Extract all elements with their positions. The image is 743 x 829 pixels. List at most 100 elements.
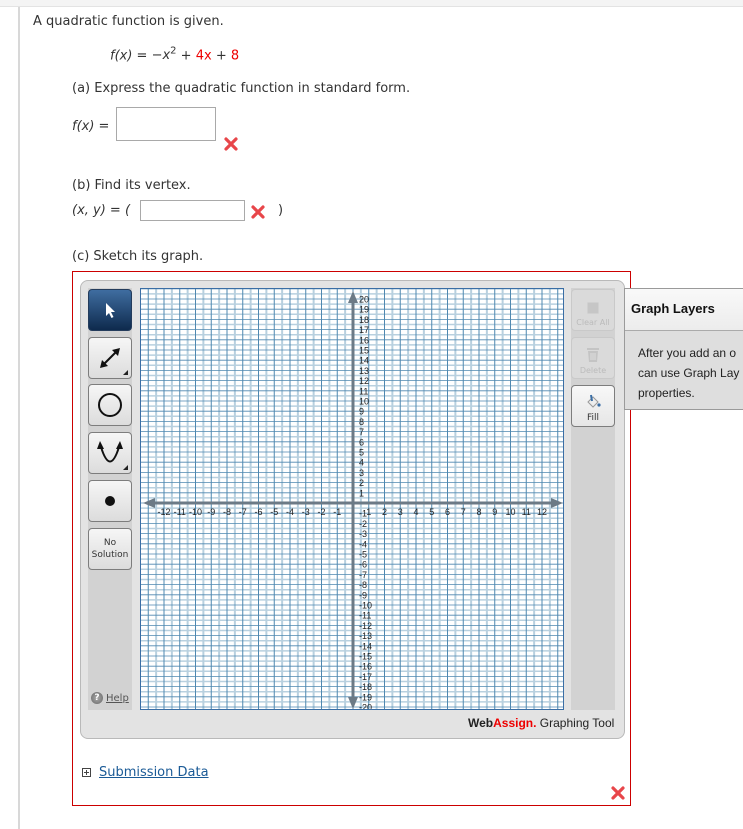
x-tick-label: -7 bbox=[239, 507, 247, 517]
y-tick-label: -18 bbox=[359, 682, 372, 692]
submenu-indicator bbox=[123, 465, 128, 470]
x-tick-label: 10 bbox=[505, 507, 515, 517]
y-tick-label: -4 bbox=[359, 539, 367, 549]
webassign-brand: WebAssign. Graphing Tool bbox=[468, 716, 615, 730]
x-tick-label: 2 bbox=[382, 507, 387, 517]
x-tick-label: 9 bbox=[492, 507, 497, 517]
function-expression: f(x) = −x2 + 4x + 8 bbox=[110, 46, 240, 64]
point-icon bbox=[105, 496, 115, 506]
y-tick-label: 9 bbox=[359, 407, 364, 417]
part-b-field-label: (x, y) = ( bbox=[72, 203, 131, 218]
incorrect-x-icon bbox=[611, 786, 625, 800]
y-tick-label: -12 bbox=[359, 621, 372, 631]
parabola-tool-button[interactable] bbox=[88, 432, 132, 474]
y-tick-label: 8 bbox=[359, 417, 364, 427]
y-tick-label: -3 bbox=[359, 529, 367, 539]
expand-plus-icon[interactable] bbox=[82, 768, 91, 777]
constant: 8 bbox=[230, 48, 240, 64]
y-tick-label: -6 bbox=[359, 560, 367, 570]
y-tick-label: 13 bbox=[359, 366, 369, 376]
y-tick-label: 5 bbox=[359, 448, 364, 458]
y-tick-label: -9 bbox=[359, 590, 367, 600]
x-tick-label: 7 bbox=[461, 507, 466, 517]
circle-icon bbox=[98, 393, 122, 417]
x-tick-label: -3 bbox=[302, 507, 310, 517]
x-tick-label: 12 bbox=[537, 507, 547, 517]
x-tick-label: -4 bbox=[286, 507, 294, 517]
submission-data-link[interactable]: Submission Data bbox=[99, 765, 209, 780]
x-axis-right-arrow bbox=[551, 498, 563, 508]
y-tick-label: -11 bbox=[359, 611, 371, 621]
x-tick-label: -6 bbox=[254, 507, 262, 517]
y-tick-label: -10 bbox=[359, 601, 372, 611]
y-tick-label: -19 bbox=[359, 692, 372, 702]
point-tool-button[interactable] bbox=[88, 480, 132, 522]
term1: −x2 bbox=[151, 46, 177, 64]
submenu-indicator bbox=[123, 370, 128, 375]
x-tick-label: 4 bbox=[413, 507, 418, 517]
y-tick-label: 2 bbox=[359, 478, 364, 488]
y-tick-label: -17 bbox=[359, 672, 372, 682]
help-icon: ? bbox=[91, 692, 103, 704]
standard-form-input[interactable] bbox=[116, 107, 216, 141]
x-tick-label: 3 bbox=[398, 507, 403, 517]
y-tick-label: -13 bbox=[359, 631, 372, 641]
part-a-field-label: f(x) = bbox=[72, 119, 110, 134]
clear-all-button[interactable]: Clear All bbox=[571, 289, 615, 331]
x-tick-label: -1 bbox=[333, 507, 341, 517]
y-tick-label: -1 bbox=[359, 509, 367, 519]
y-tick-label: 1 bbox=[359, 488, 364, 498]
x-tick-label: -11 bbox=[174, 507, 186, 517]
x-tick-label: 6 bbox=[445, 507, 450, 517]
graph-layers-title[interactable]: Graph Layers bbox=[625, 289, 743, 331]
part-b-label: (b) Find its vertex. bbox=[72, 178, 191, 193]
circle-tool-button[interactable] bbox=[88, 384, 132, 426]
y-tick-label: 14 bbox=[359, 356, 369, 366]
vertex-input[interactable] bbox=[140, 200, 245, 221]
trash-icon bbox=[587, 348, 599, 362]
help-link[interactable]: ? Help bbox=[91, 692, 129, 704]
graph-layers-panel: Graph Layers After you add an o can use … bbox=[624, 288, 743, 410]
question-prompt: A quadratic function is given. bbox=[33, 14, 224, 29]
x-tick-label: 8 bbox=[476, 507, 481, 517]
pointer-icon bbox=[106, 303, 115, 318]
top-bar bbox=[0, 0, 743, 7]
x-tick-label: 5 bbox=[429, 507, 434, 517]
x-axis-left-arrow bbox=[143, 498, 155, 508]
y-tick-label: -14 bbox=[359, 641, 372, 651]
vertex-close-paren: ) bbox=[278, 203, 284, 218]
x-tick-label: -10 bbox=[189, 507, 202, 517]
y-tick-label: 16 bbox=[359, 335, 369, 345]
incorrect-x-icon bbox=[251, 205, 265, 219]
delete-button[interactable]: Delete bbox=[571, 337, 615, 379]
incorrect-x-icon bbox=[224, 137, 238, 151]
x-tick-label: -5 bbox=[270, 507, 278, 517]
select-tool-button[interactable] bbox=[88, 289, 132, 331]
part-a-label: (a) Express the quadratic function in st… bbox=[72, 81, 411, 96]
parabola-icon bbox=[97, 441, 123, 463]
y-tick-label: -8 bbox=[359, 580, 367, 590]
x-tick-label: -2 bbox=[317, 507, 325, 517]
line-tool-button[interactable] bbox=[88, 337, 132, 379]
y-tick-label: 18 bbox=[359, 315, 369, 325]
coordinate-grid[interactable]: -12 -11 -10 -9 -8 -7 -6 -5 -4 -3 -2 -1 1 2 3 4 5 6 7 8 9 10 11… bbox=[141, 289, 564, 710]
y-tick-label: 15 bbox=[359, 346, 369, 356]
y-tick-label: -5 bbox=[359, 550, 367, 560]
x-tick-label: -9 bbox=[207, 507, 215, 517]
no-solution-button[interactable]: No Solution bbox=[88, 528, 132, 570]
y-tick-label: -20 bbox=[359, 703, 372, 711]
y-tick-label: -16 bbox=[359, 662, 372, 672]
paint-bucket-icon bbox=[587, 394, 601, 408]
submission-data-toggle[interactable]: Submission Data bbox=[82, 765, 209, 780]
part-c-label: (c) Sketch its graph. bbox=[72, 249, 204, 264]
function-lhs: f(x) = bbox=[110, 48, 152, 64]
clear-all-icon bbox=[586, 301, 600, 315]
y-tick-label: 11 bbox=[359, 386, 368, 396]
y-tick-label: 7 bbox=[359, 427, 364, 437]
help-label[interactable]: Help bbox=[106, 693, 129, 704]
line-arrows-icon bbox=[100, 348, 120, 368]
graph-layers-help-text: After you add an o can use Graph Lay pro… bbox=[638, 346, 740, 400]
fill-button[interactable]: Fill bbox=[571, 385, 615, 427]
graph-canvas[interactable]: -12 -11 -10 -9 -8 -7 -6 -5 -4 -3 -2 -1 1 2 3 4 5 6 7 8 9 10 11… bbox=[140, 288, 564, 710]
y-axis-up-arrow bbox=[348, 291, 358, 303]
